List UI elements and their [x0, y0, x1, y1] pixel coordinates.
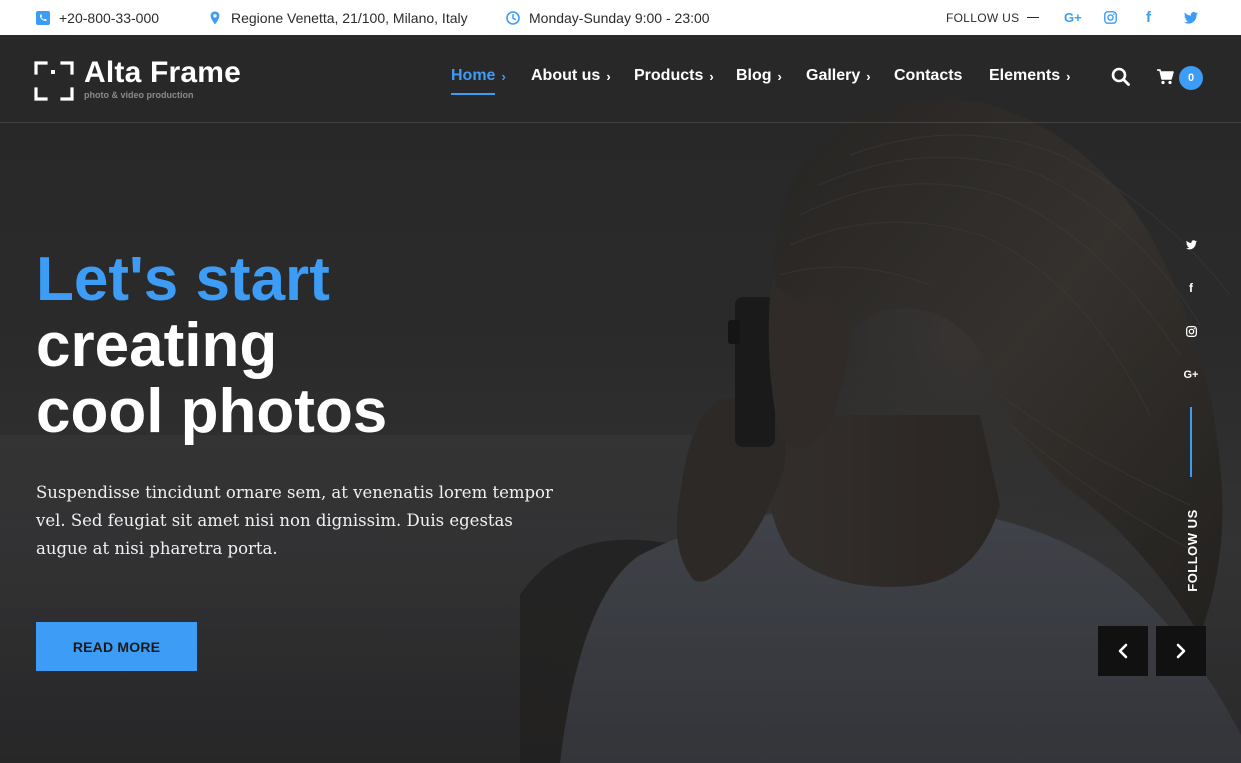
side-twitter-link[interactable]	[1180, 239, 1202, 253]
nav-item-label: Products	[634, 67, 704, 84]
header-divider	[0, 122, 1241, 123]
twitter-link[interactable]	[1184, 0, 1198, 35]
twitter-icon	[1184, 11, 1198, 24]
side-follow-us: FOLLOW US	[1172, 505, 1212, 595]
facebook-icon: f	[1189, 281, 1193, 295]
hero-slider: Alta Frame photo & video production Home…	[0, 35, 1241, 763]
side-instagram-link[interactable]	[1180, 326, 1202, 340]
cart-button[interactable]	[1156, 67, 1176, 87]
google-plus-link[interactable]: G+	[1064, 0, 1082, 35]
side-follow-us-text: FOLLOW US	[1184, 508, 1200, 592]
nav-item-products[interactable]: Products ›	[634, 67, 714, 85]
opening-hours: Monday-Sunday 9:00 - 23:00	[529, 9, 710, 26]
twitter-icon	[1185, 240, 1197, 250]
map-pin-icon	[210, 11, 220, 24]
read-more-button[interactable]: READ MORE	[36, 622, 197, 671]
follow-us-label: FOLLOW US	[946, 0, 1040, 35]
nav-item-elements[interactable]: Elements ›	[989, 67, 1070, 85]
chevron-right-icon: ›	[501, 68, 506, 84]
nav-item-label: Gallery	[806, 67, 861, 84]
nav-item-label: Home	[451, 67, 496, 84]
side-google-plus-link[interactable]: G+	[1180, 369, 1202, 381]
chevron-right-icon: ›	[709, 68, 714, 84]
nav-item-label: Elements	[989, 67, 1061, 84]
chevron-right-icon: ›	[777, 68, 782, 84]
google-plus-icon: G+	[1183, 369, 1199, 381]
search-icon	[1111, 67, 1130, 86]
instagram-link[interactable]	[1104, 0, 1117, 35]
headline-line-2: creating	[36, 311, 278, 380]
nav-item-home[interactable]: Home ›	[451, 67, 506, 95]
chevron-left-icon	[1118, 643, 1128, 659]
headline-line-1: Let's start	[36, 245, 330, 314]
chevron-right-icon: ›	[866, 68, 871, 84]
nav-item-gallery[interactable]: Gallery ›	[806, 67, 871, 85]
phone-number: +20-800-33-000	[59, 9, 160, 26]
slider-prev-button[interactable]	[1098, 626, 1148, 676]
brand-name: Alta Frame	[84, 56, 242, 89]
brand-text: Alta Frame photo & video production	[84, 56, 242, 101]
side-facebook-link[interactable]: f	[1180, 281, 1202, 295]
chevron-right-icon: ›	[1066, 68, 1071, 84]
address-info: Regione Venetta, 21/100, Milano, Italy	[208, 0, 468, 35]
hours-info: Monday-Sunday 9:00 - 23:00	[506, 0, 710, 35]
nav-item-blog[interactable]: Blog ›	[736, 67, 782, 85]
facebook-icon: f	[1146, 9, 1151, 26]
cart-count-badge: 0	[1179, 66, 1203, 90]
clock-icon	[506, 10, 520, 25]
slider-next-button[interactable]	[1156, 626, 1206, 676]
nav-item-about-us[interactable]: About us ›	[531, 67, 611, 85]
hero-headline: Let's start creating cool photos	[36, 247, 387, 445]
follow-us-text: FOLLOW US	[946, 10, 1020, 25]
instagram-icon	[1104, 11, 1117, 24]
headline-line-3: cool photos	[36, 377, 388, 446]
search-button[interactable]	[1111, 67, 1131, 87]
top-info-bar: +20-800-33-000 Regione Venetta, 21/100, …	[0, 0, 1241, 35]
frame-logo-icon	[34, 61, 74, 101]
facebook-link[interactable]: f	[1146, 0, 1151, 35]
side-accent-line	[1190, 407, 1192, 477]
chevron-right-icon	[1176, 643, 1186, 659]
nav-item-label: Contacts	[894, 67, 963, 84]
address-text: Regione Venetta, 21/100, Milano, Italy	[231, 9, 468, 26]
nav-item-label: About us	[531, 67, 601, 84]
instagram-icon	[1185, 326, 1197, 337]
brand-tagline: photo & video production	[84, 90, 194, 100]
nav-item-contacts[interactable]: Contacts	[894, 67, 962, 85]
google-plus-icon: G+	[1064, 10, 1082, 25]
hero-lead-text: Suspendisse tincidunt ornare sem, at ven…	[36, 483, 553, 558]
brand-logo[interactable]: Alta Frame photo & video production	[34, 57, 241, 101]
chevron-right-icon: ›	[606, 68, 611, 84]
nav-item-label: Blog	[736, 67, 772, 84]
phone-icon	[36, 10, 50, 25]
shopping-cart-icon	[1157, 69, 1174, 85]
phone-info[interactable]: +20-800-33-000	[36, 0, 159, 35]
follow-dash	[1027, 17, 1040, 18]
